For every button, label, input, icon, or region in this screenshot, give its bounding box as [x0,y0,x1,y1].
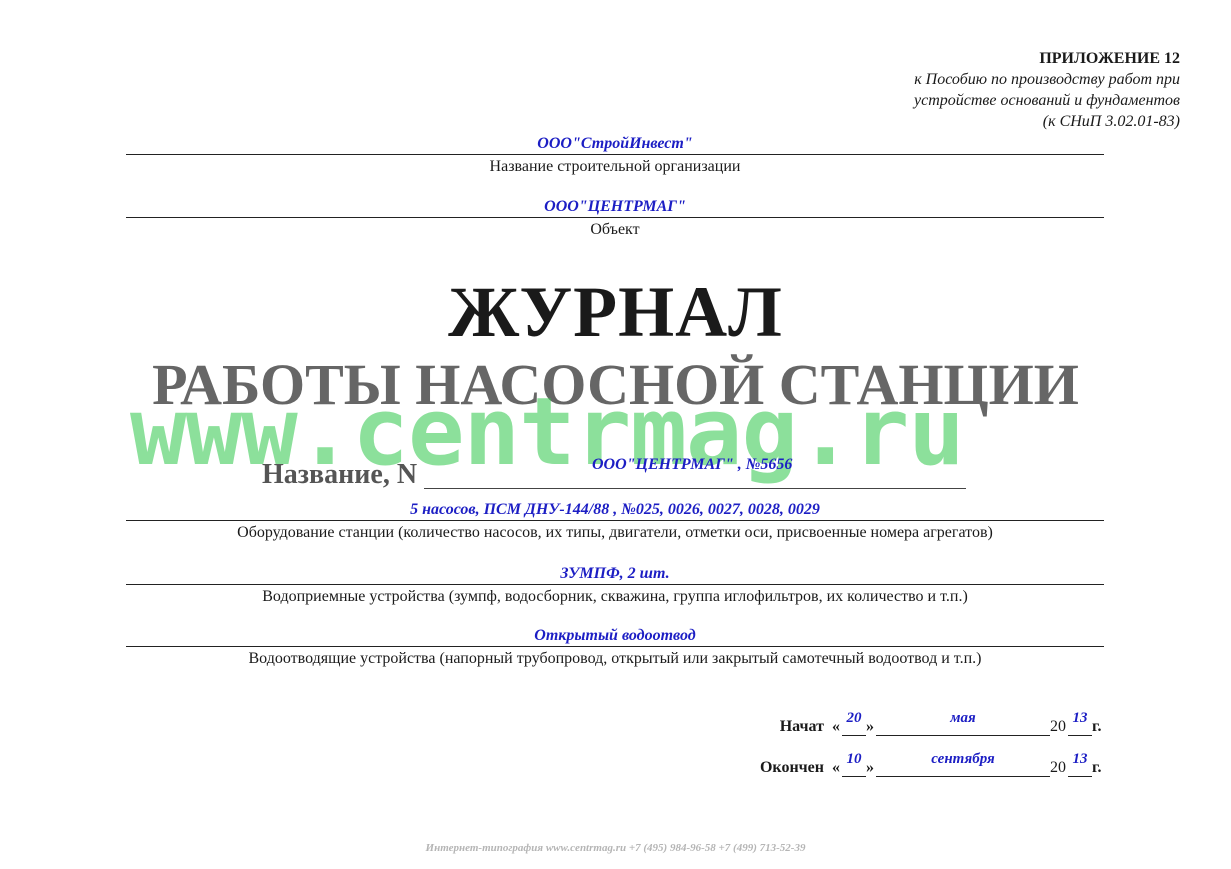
object-value: ООО"ЦЕНТРМАГ" [544,198,686,215]
day-underline [842,776,866,777]
equipment-value: 5 насосов, ПСМ ДНУ-144/88 , №025, 0026, … [410,501,820,518]
start-date-row: Начат « 20 » мая 20 13 г. [740,710,1102,738]
appendix-block: ПРИЛОЖЕНИЕ 12 к Пособию по производству … [914,48,1180,132]
organization-value: ООО"СтройИнвест" [537,135,693,152]
start-day-value: 20 [846,710,862,726]
divider [126,217,1104,218]
close-quote: » [866,759,874,776]
organization-caption: Название строительной организации [489,158,741,175]
end-century: 20 [1050,759,1066,776]
year-underline [1068,735,1092,736]
month-underline [876,735,1050,736]
month-underline [876,776,1050,777]
end-date-row: Окончен « 10 » сентября 20 13 г. [740,751,1102,779]
journal-subtitle: РАБОТЫ НАСОСНОЙ СТАНЦИИ [152,352,1079,417]
divider [126,520,1104,521]
equipment-field: 5 насосов, ПСМ ДНУ-144/88 , №025, 0026, … [126,500,1104,544]
appendix-line: к Пособию по производству работ при [914,71,1180,88]
object-field: ООО"ЦЕНТРМАГ" Объект [126,197,1104,241]
end-date-label: Окончен [759,759,824,776]
organization-field: ООО"СтройИнвест" Название строительной о… [126,134,1104,178]
equipment-caption: Оборудование станции (количество насосов… [237,524,993,541]
appendix-title: ПРИЛОЖЕНИЕ 12 [1039,50,1180,67]
year-suffix: г. [1092,759,1102,776]
end-day-value: 10 [846,751,862,767]
appendix-line: (к СНиП 3.02.01-83) [1042,113,1180,130]
start-century: 20 [1050,718,1066,735]
open-quote: « [832,718,840,735]
footer-print-info: Интернет-типография www.centrmag.ru +7 (… [425,842,806,854]
day-underline [842,735,866,736]
drainage-field: Открытый водоотвод Водоотводящие устройс… [126,626,1104,670]
name-value: ООО"ЦЕНТРМАГ" , №5656 [592,456,793,473]
year-suffix: г. [1092,718,1102,735]
object-caption: Объект [590,221,640,238]
start-date-label: Начат [779,718,824,735]
end-month-value: сентября [931,751,995,767]
intake-caption: Водоприемные устройства (зумпф, водосбор… [262,588,968,605]
divider [126,154,1104,155]
start-year-value: 13 [1072,710,1088,726]
open-quote: « [832,759,840,776]
name-underline [424,488,966,489]
journal-title: ЖУРНАЛ [448,272,783,352]
intake-field: ЗУМПФ, 2 шт. Водоприемные устройства (зу… [126,564,1104,608]
start-month-value: мая [950,710,976,726]
drainage-value: Открытый водоотвод [534,627,696,644]
year-underline [1068,776,1092,777]
end-year-value: 13 [1072,751,1088,767]
close-quote: » [866,718,874,735]
divider [126,584,1104,585]
intake-value: ЗУМПФ, 2 шт. [560,565,670,582]
drainage-caption: Водоотводящие устройства (напорный трубо… [248,650,982,667]
divider [126,646,1104,647]
name-label: Название, N [262,459,418,490]
appendix-line: устройстве оснований и фундаментов [914,92,1180,109]
name-field: Название, N ООО"ЦЕНТРМАГ" , №5656 [262,456,972,492]
